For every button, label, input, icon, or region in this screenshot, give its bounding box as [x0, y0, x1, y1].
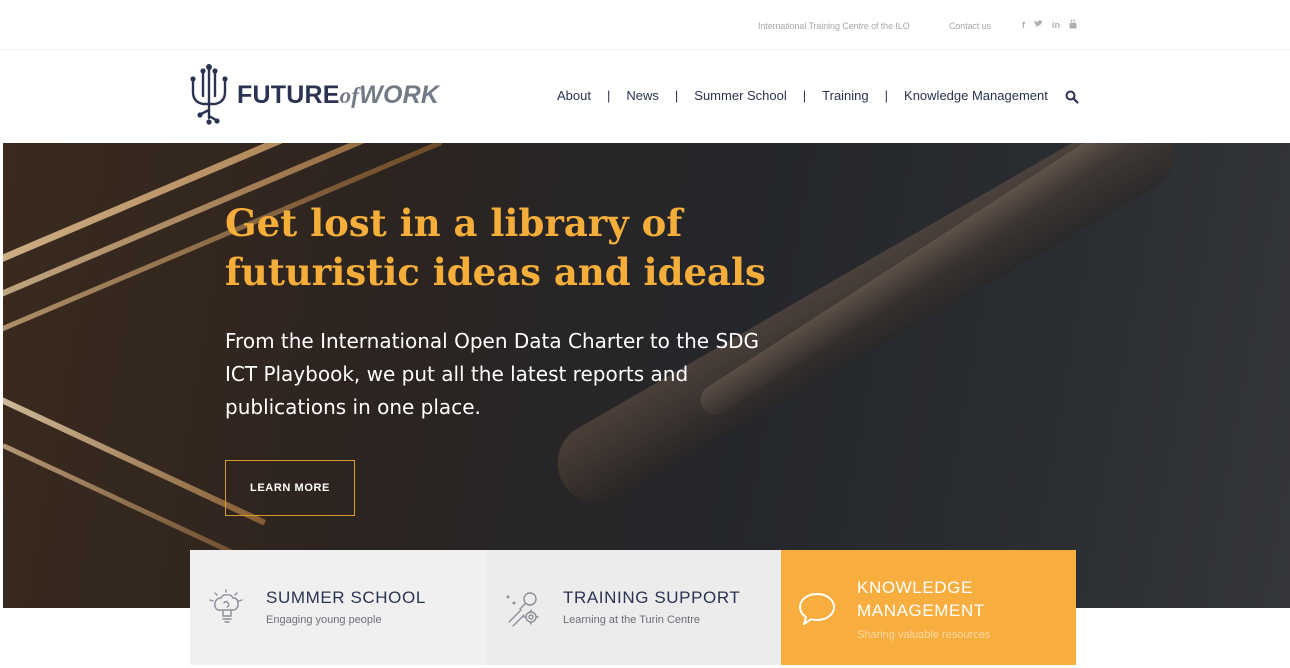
card-title: TRAINING SUPPORT	[563, 588, 741, 607]
linkedin-icon[interactable]: in	[1052, 20, 1060, 30]
nav-separator: |	[606, 88, 611, 103]
card-description: Sharing valuable resources	[857, 629, 991, 641]
brain-bulb-icon	[209, 589, 243, 623]
learn-more-button[interactable]: LEARN MORE	[225, 460, 355, 516]
hero-banner: Get lost in a library of futuristic idea…	[3, 143, 1290, 608]
facebook-icon[interactable]: f	[1022, 20, 1025, 30]
twitter-icon[interactable]	[1034, 20, 1043, 30]
nav-knowledge-management[interactable]: Knowledge Management	[904, 88, 1048, 103]
card-summer-school[interactable]: SUMMER SCHOOL Engaging young people	[190, 550, 487, 665]
hero-subtitle: From the International Open Data Charter…	[225, 329, 760, 419]
card-title: SUMMER SCHOOL	[266, 588, 426, 607]
nav-about[interactable]: About	[557, 88, 591, 103]
card-description: Learning at the Turin Centre	[563, 614, 700, 626]
nav-separator: |	[674, 88, 679, 103]
site-logo[interactable]: FUTUREofWORK	[189, 62, 439, 128]
nav-separator: |	[884, 88, 889, 103]
search-icon[interactable]	[1065, 90, 1079, 104]
utility-bar: International Training Centre of the ILO…	[0, 0, 1290, 50]
topbar-divider	[0, 49, 1290, 50]
logo-work: WORK	[359, 80, 440, 109]
youtube-icon[interactable]	[1069, 19, 1077, 31]
card-description: Engaging young people	[266, 614, 382, 626]
tools-gear-icon	[506, 592, 539, 627]
card-knowledge-management[interactable]: KNOWLEDGE MANAGEMENT Sharing valuable re…	[781, 550, 1076, 665]
nav-news[interactable]: News	[626, 88, 659, 103]
card-title: KNOWLEDGE MANAGEMENT	[857, 578, 985, 620]
logo-of: of	[339, 82, 360, 108]
circuit-trident-icon	[190, 64, 228, 125]
nav-separator: |	[802, 88, 807, 103]
main-nav: About | News | Summer School | Training …	[557, 88, 1048, 103]
social-links: f in	[1022, 19, 1077, 31]
itc-link[interactable]: International Training Centre of the ILO	[758, 21, 910, 31]
contact-link[interactable]: Contact us	[949, 21, 991, 31]
nav-summer-school[interactable]: Summer School	[694, 88, 786, 103]
hero-title: Get lost in a library of futuristic idea…	[225, 201, 766, 294]
nav-training[interactable]: Training	[822, 88, 868, 103]
logo-future: FUTURE	[237, 80, 340, 109]
feature-cards: SUMMER SCHOOL Engaging young people TRAI…	[190, 550, 1076, 665]
logo-wordmark: FUTUREofWORK	[237, 81, 439, 110]
speech-bubble-icon	[799, 593, 835, 625]
card-training-support[interactable]: TRAINING SUPPORT Learning at the Turin C…	[487, 550, 781, 665]
